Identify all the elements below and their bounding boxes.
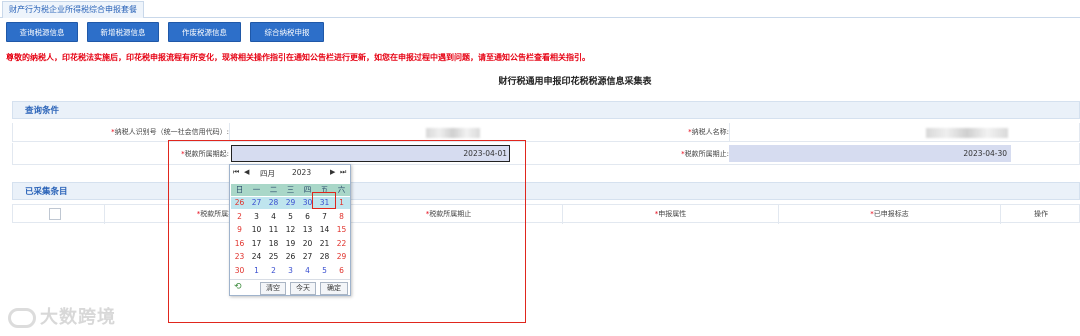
period-end-input[interactable]: 2023-04-30: [729, 145, 1011, 162]
tab-main[interactable]: 财产行为税企业所得税综合申报套餐: [2, 1, 144, 18]
taxpayer-name-field: [729, 123, 1080, 142]
period-end-label: *税款所属期止:: [681, 150, 729, 158]
annotation-outline-large: [168, 140, 526, 323]
redacted-value: [426, 128, 480, 138]
taxpayer-name-label: *纳税人名称:: [688, 128, 729, 136]
form-title: 财行税通用申报印花税税源信息采集表: [498, 77, 652, 87]
query-section-title: 查询条件: [12, 101, 1080, 119]
annotation-outline-day: [312, 192, 336, 209]
watermark-text: 大数跨境: [40, 307, 116, 328]
col-declared-flag: *已申报标志: [778, 205, 1000, 224]
comprehensive-declare-button[interactable]: 综合纳税申报: [250, 22, 324, 42]
watermark-logo-icon: [8, 308, 36, 328]
select-all-checkbox[interactable]: [49, 208, 61, 220]
watermark: 大数跨境: [8, 303, 116, 329]
col-declared-flag-text: 已申报标志: [873, 210, 909, 218]
period-end-label-text: 税款所属期止:: [684, 150, 729, 158]
taxpayer-name-label-text: 纳税人名称:: [691, 128, 729, 136]
col-declare-attr: *申报属性: [562, 205, 778, 224]
add-source-button[interactable]: 新增税源信息: [87, 22, 159, 42]
toolbar: 查询税源信息 新增税源信息 作废税源信息 综合纳税申报: [0, 22, 1080, 44]
tab-bar: 财产行为税企业所得税综合申报套餐: [0, 0, 1080, 18]
taxpayer-id-label-text: 纳税人识别号（统一社会信用代码）:: [114, 128, 229, 136]
col-declare-attr-text: 申报属性: [658, 210, 687, 218]
notice-text: 尊敬的纳税人，印花税法实施后，印花税申报流程有所变化，现将相关操作指引在通知公告…: [6, 53, 590, 62]
query-source-button[interactable]: 查询税源信息: [6, 22, 78, 42]
redacted-value: [926, 128, 1008, 138]
col-actions: 操作: [1000, 205, 1080, 224]
void-source-button[interactable]: 作废税源信息: [168, 22, 241, 42]
